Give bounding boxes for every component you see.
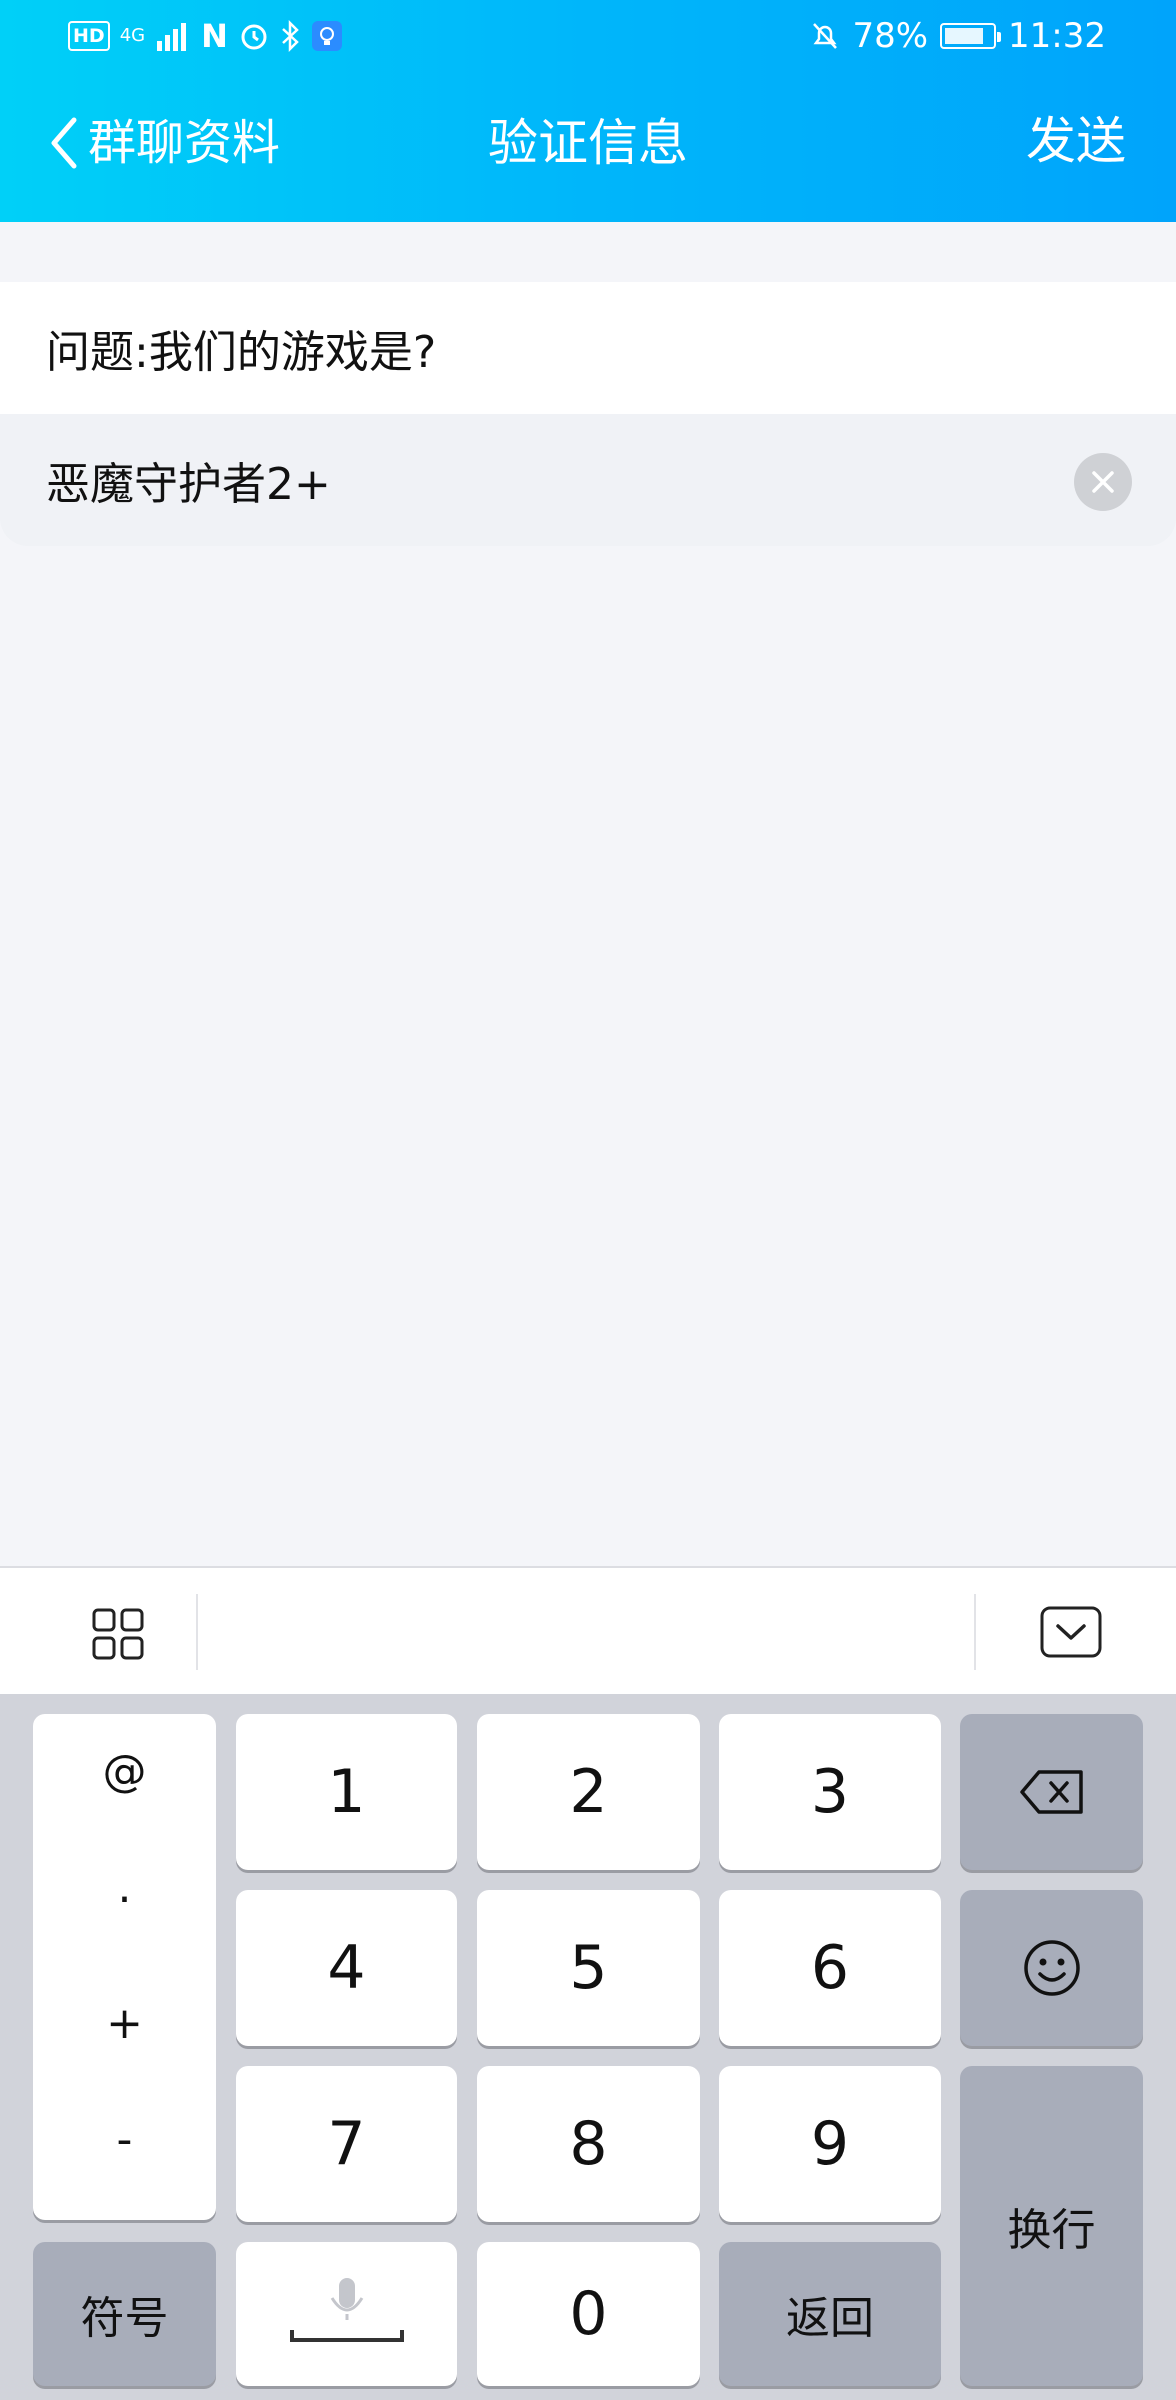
alarm-icon [241, 24, 267, 50]
status-right-icons: 78% 11:32 [810, 14, 1106, 58]
return-key[interactable]: 返回 [719, 2242, 941, 2386]
key-3[interactable]: 3 [719, 1714, 941, 1870]
nav-bar: 群聊资料 验证信息 发送 [0, 96, 1176, 196]
page-title: 验证信息 [488, 114, 688, 172]
bulb-icon [311, 21, 342, 51]
bluetooth-icon [282, 20, 299, 52]
symbol-key[interactable]: 符号 [33, 2242, 216, 2386]
hd-badge: HD [68, 21, 110, 51]
key-0[interactable]: 0 [477, 2242, 700, 2386]
status-left-icons: HD 4G N [68, 16, 342, 56]
answer-input[interactable]: 恶魔守护者2+ [0, 414, 1176, 546]
network-type: 4G [119, 25, 146, 46]
battery-icon [940, 23, 1002, 49]
nfc-icon: N [201, 17, 228, 55]
status-bar: HD 4G N 78% 11:32 [0, 0, 1176, 72]
newline-key[interactable]: 换行 [960, 2066, 1143, 2386]
hide-keyboard-icon[interactable] [1040, 1606, 1102, 1658]
mute-bell-icon [813, 23, 838, 49]
battery-percent: 78% [852, 16, 929, 56]
key-8[interactable]: 8 [477, 2066, 700, 2222]
smiley-icon [1023, 1940, 1080, 1996]
key-minus[interactable]: - [33, 2114, 216, 2165]
question-label: 问题:我们的游戏是? [0, 282, 1176, 414]
toolbar-divider [974, 1594, 976, 1670]
key-plus[interactable]: + [33, 1998, 216, 2049]
toolbar-divider [196, 1594, 198, 1670]
voice-space-key[interactable] [236, 2242, 457, 2386]
key-2[interactable]: 2 [477, 1714, 700, 1870]
key-9[interactable]: 9 [719, 2066, 941, 2222]
key-7[interactable]: 7 [236, 2066, 457, 2222]
backspace-icon [1019, 1770, 1083, 1814]
key-5[interactable]: 5 [477, 1890, 700, 2046]
answer-text: 恶魔守护者2+ [46, 459, 331, 510]
header: HD 4G N 78% 11:32 群聊资料 验证信息 发送 [0, 0, 1176, 222]
clear-button[interactable] [1074, 453, 1132, 511]
grid-menu-icon[interactable] [92, 1608, 144, 1660]
key-1[interactable]: 1 [236, 1714, 457, 1870]
microphone-icon [289, 2278, 404, 2342]
key-4[interactable]: 4 [236, 1890, 457, 2046]
send-button[interactable]: 发送 [1026, 112, 1126, 170]
emoji-key[interactable] [960, 1890, 1143, 2046]
numeric-keyboard: @ . + - 1 2 3 4 5 6 7 8 9 换行 符号 0 返回 [0, 1694, 1176, 2400]
key-6[interactable]: 6 [719, 1890, 941, 2046]
key-at[interactable]: @ [33, 1746, 216, 1797]
symbol-column: @ . + - [33, 1714, 216, 2220]
backspace-key[interactable] [960, 1714, 1143, 1870]
signal-icon [157, 23, 187, 51]
clock: 11:32 [1008, 16, 1106, 56]
keyboard-toolbar [0, 1566, 1176, 1694]
key-dot[interactable]: . [33, 1862, 216, 1913]
close-icon [1092, 471, 1114, 493]
